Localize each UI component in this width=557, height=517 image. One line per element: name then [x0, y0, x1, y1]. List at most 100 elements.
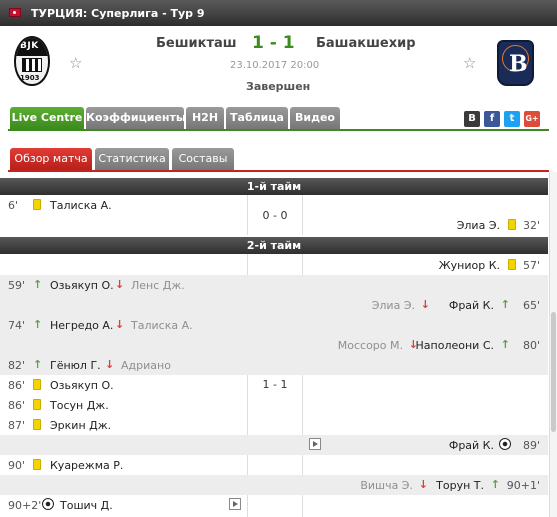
event-player-in[interactable]: Фрай К.: [449, 299, 494, 312]
subtab-statistics[interactable]: Статистика: [95, 148, 169, 170]
event-row: Фрай К. 89': [0, 435, 548, 455]
event-minute: 65': [522, 299, 540, 312]
sub-out-arrow-icon: ↓: [115, 318, 125, 331]
sub-out-arrow-icon: ↓: [418, 478, 428, 491]
event-player-in[interactable]: Гёнюл Г.: [50, 359, 101, 372]
event-player-out[interactable]: Элиа Э.: [372, 299, 415, 312]
event-minute: 89': [522, 439, 540, 452]
event-player[interactable]: Тошич Д.: [60, 499, 113, 512]
yellow-card-icon: [508, 259, 516, 270]
favorite-away-star-icon[interactable]: ☆: [463, 54, 476, 72]
event-row: Элиа Э. 32': [0, 215, 548, 235]
half-header: 1-й тайм: [0, 178, 548, 195]
sub-out-arrow-icon: ↓: [420, 298, 430, 311]
event-player[interactable]: Талиска А.: [50, 199, 112, 212]
away-team-name[interactable]: Башакшехир: [316, 36, 416, 51]
favorite-home-star-icon[interactable]: ☆: [69, 54, 82, 72]
event-row: 74' ↑ Негредо А. ↓ Талиска А.: [0, 315, 548, 335]
away-team-logo[interactable]: B: [497, 40, 534, 86]
event-player-out[interactable]: Вишча Э.: [360, 479, 413, 492]
sub-out-arrow-icon: ↓: [115, 278, 125, 291]
yellow-card-icon: [33, 399, 41, 410]
event-row: 90+2' Тошич Д.: [0, 495, 548, 515]
event-player[interactable]: Элиа Э.: [457, 219, 500, 232]
tab-table[interactable]: Таблица: [226, 107, 288, 129]
event-player[interactable]: Эркин Дж.: [50, 419, 111, 432]
event-row: 87' Эркин Дж.: [0, 415, 548, 435]
event-minute: 6': [8, 199, 19, 212]
tab-video[interactable]: Видео: [290, 107, 340, 129]
subtab-lineups[interactable]: Составы: [172, 148, 234, 170]
yellow-card-icon: [33, 379, 41, 390]
event-row: 6' Талиска А.: [0, 195, 548, 215]
event-row: 59' ↑ Озьякуп О. ↓ Ленс Дж.: [0, 275, 548, 295]
twitter-icon[interactable]: t: [504, 111, 520, 127]
event-minute: 32': [522, 219, 540, 232]
event-player-in[interactable]: Озьякуп О.: [50, 279, 114, 292]
event-row: 82' ↑ Гёнюл Г. ↓ Адриано: [0, 355, 548, 375]
match-status: Завершен: [246, 80, 311, 93]
video-play-icon[interactable]: [309, 438, 321, 450]
event-row: Жуниор К. 57': [0, 255, 548, 275]
event-minute: 87': [8, 419, 26, 432]
event-player-in[interactable]: Торун Т.: [436, 479, 484, 492]
event-minute: 74': [8, 319, 26, 332]
scrollbar-thumb[interactable]: [551, 312, 556, 432]
event-player[interactable]: Жуниор К.: [439, 259, 500, 272]
sub-in-arrow-icon: ↑: [500, 338, 510, 351]
match-header: BJK 1903 ☆ Бешикташ 1 - 1 Башакшехир 23.…: [0, 26, 557, 104]
event-minute: 57': [522, 259, 540, 272]
yellow-card-icon: [33, 419, 41, 430]
event-player[interactable]: Куарежма Р.: [50, 459, 123, 472]
event-player-in[interactable]: Наполеони С.: [416, 339, 494, 352]
event-player[interactable]: Тосун Дж.: [50, 399, 109, 412]
yellow-card-icon: [33, 459, 41, 470]
home-team-logo[interactable]: BJK 1903: [14, 36, 50, 86]
facebook-icon[interactable]: f: [484, 111, 500, 127]
event-row: Моссоро М. ↓ Наполеони С. ↑ 80': [0, 335, 548, 355]
sub-in-arrow-icon: ↑: [33, 358, 43, 371]
home-team-name[interactable]: Бешикташ: [156, 36, 237, 51]
event-minute: 59': [8, 279, 26, 292]
event-player-out[interactable]: Талиска А.: [131, 319, 193, 332]
event-minute: 90': [8, 459, 26, 472]
league-bar: ТУРЦИЯ: Суперлига - Тур 9: [0, 0, 557, 26]
league-title[interactable]: ТУРЦИЯ: Суперлига - Тур 9: [31, 7, 205, 20]
event-player-in[interactable]: Негредо А.: [50, 319, 113, 332]
half-header: 2-й тайм: [0, 237, 548, 254]
sub-in-arrow-icon: ↑: [490, 478, 500, 491]
turkey-flag-icon: [9, 8, 21, 17]
tab-live-centre[interactable]: Live Centre: [10, 107, 84, 129]
event-row: 86' Тосун Дж.: [0, 395, 548, 415]
vertical-scrollbar[interactable]: [549, 172, 557, 517]
tab-odds[interactable]: Коэффициенты: [86, 107, 186, 129]
event-player-out[interactable]: Моссоро М.: [338, 339, 403, 352]
event-minute: 90+1': [506, 479, 540, 492]
vk-icon[interactable]: B: [464, 111, 480, 127]
goal-ball-icon: [42, 498, 54, 510]
event-row: Элиа Э. ↓ Фрай К. ↑ 65': [0, 295, 548, 315]
subtab-overview[interactable]: Обзор матча: [10, 148, 92, 170]
event-player-out[interactable]: Адриано: [121, 359, 171, 372]
event-row: 90' Куарежма Р.: [0, 455, 548, 475]
event-minute: 86': [8, 379, 26, 392]
event-player-out[interactable]: Ленс Дж.: [131, 279, 185, 292]
google-plus-icon[interactable]: G+: [524, 111, 540, 127]
event-player[interactable]: Озьякуп О.: [50, 379, 114, 392]
tabs-underline: [8, 129, 549, 131]
event-row: 86' Озьякуп О.: [0, 375, 548, 395]
event-row: Вишча Э. ↓ Торун Т. ↑ 90+1': [0, 475, 548, 495]
match-score: 1 - 1: [252, 33, 295, 53]
subtabs-underline: [8, 170, 549, 172]
match-datetime: 23.10.2017 20:00: [230, 60, 320, 71]
sub-in-arrow-icon: ↑: [500, 298, 510, 311]
event-minute: 82': [8, 359, 26, 372]
video-play-icon[interactable]: [229, 498, 241, 510]
tab-h2h[interactable]: H2H: [186, 107, 224, 129]
goal-ball-icon: [499, 438, 511, 450]
event-minute: 80': [522, 339, 540, 352]
sub-in-arrow-icon: ↑: [33, 318, 43, 331]
sub-in-arrow-icon: ↑: [33, 278, 43, 291]
yellow-card-icon: [508, 219, 516, 230]
event-player[interactable]: Фрай К.: [449, 439, 494, 452]
